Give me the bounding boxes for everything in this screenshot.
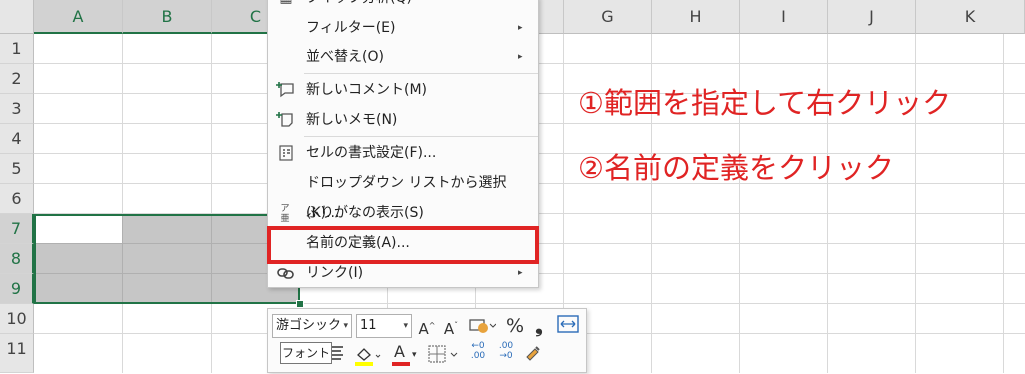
menu-item-new-comment[interactable]: 新しいコメント(M) — [268, 75, 538, 105]
column-header-g[interactable]: G — [564, 0, 652, 34]
link-icon — [276, 263, 296, 283]
borders-icon — [428, 345, 458, 363]
font-color-button[interactable]: A ▾ — [390, 342, 420, 367]
submenu-arrow-icon: ▸ — [518, 52, 523, 62]
chevron-down-icon: ▾ — [343, 321, 348, 331]
wrap-text-icon — [557, 315, 579, 333]
column-header-j[interactable]: J — [828, 0, 916, 34]
selection-border — [34, 214, 300, 304]
new-comment-icon — [276, 80, 296, 100]
chevron-down-icon: ▾ — [412, 350, 417, 360]
shrink-font-button[interactable]: Aˇ — [440, 314, 462, 338]
annotation-step-2: ②名前の定義をクリック — [578, 151, 894, 185]
percent-style-button[interactable]: % — [504, 314, 526, 338]
gridline — [122, 34, 123, 373]
submenu-arrow-icon: ▸ — [518, 23, 523, 33]
column-header-h[interactable]: H — [652, 0, 740, 34]
chevron-down-icon: ▾ — [403, 321, 408, 331]
format-painter-button[interactable] — [522, 343, 544, 367]
column-header-i[interactable]: I — [740, 0, 828, 34]
font-name-select[interactable]: 游ゴシック ▾ — [272, 314, 352, 338]
menu-item-quick-analysis[interactable]: ▦ クイック分析(Q) — [268, 0, 538, 13]
menu-item-new-note[interactable]: 新しいメモ(N) — [268, 105, 538, 135]
gridline — [1003, 34, 1004, 373]
menu-item-dropdown-list[interactable]: ドロップダウン リストから選択(K)... — [268, 168, 538, 221]
row-header-9[interactable]: 9 — [0, 274, 34, 304]
tooltip: フォント — [280, 342, 332, 364]
column-header-k[interactable]: K — [916, 0, 1025, 34]
row-header-8[interactable]: 8 — [0, 244, 34, 274]
row-header-4[interactable]: 4 — [0, 124, 34, 154]
gridline — [211, 34, 212, 373]
highlight-box — [267, 226, 539, 264]
row-header-5[interactable]: 5 — [0, 154, 34, 184]
decrease-decimal-button[interactable]: .00 →0 — [494, 341, 518, 365]
row-header-1[interactable]: 1 — [0, 34, 34, 64]
fill-color-icon — [355, 348, 381, 366]
wrap-text-button[interactable] — [556, 314, 580, 338]
menu-item-sort[interactable]: 並べ替え(O) ▸ — [268, 42, 538, 72]
menu-item-furigana[interactable]: ア亜 ふりがなの表示(S) — [268, 198, 538, 228]
row-header-2[interactable]: 2 — [0, 64, 34, 94]
row-header-3[interactable]: 3 — [0, 94, 34, 124]
menu-separator — [304, 73, 538, 74]
format-painter-icon — [526, 346, 540, 361]
fill-handle[interactable] — [296, 300, 304, 308]
row-header-7[interactable]: 7 — [0, 214, 34, 244]
row-header-6[interactable]: 6 — [0, 184, 34, 214]
format-cells-icon — [276, 143, 296, 163]
borders-button[interactable] — [426, 343, 460, 367]
row-header-11[interactable]: 11 — [0, 334, 34, 373]
new-note-icon — [276, 110, 296, 130]
quick-analysis-icon: ▦ — [276, 0, 296, 8]
menu-item-filter[interactable]: フィルター(E) ▸ — [268, 13, 538, 43]
accounting-format-icon — [469, 319, 497, 333]
column-header-b[interactable]: B — [123, 0, 212, 34]
grow-font-button[interactable]: A^ — [416, 314, 438, 338]
furigana-icon: ア亜 — [280, 204, 290, 224]
fill-color-button[interactable] — [352, 343, 382, 367]
row-header-10[interactable]: 10 — [0, 304, 34, 334]
increase-decimal-button[interactable]: ←0 .00 — [466, 341, 490, 365]
font-size-select[interactable]: 11 ▾ — [356, 314, 412, 338]
comma-style-button[interactable]: ❟ — [530, 314, 548, 338]
annotation-step-1: ①範囲を指定して右クリック — [578, 86, 952, 120]
select-all-corner[interactable] — [0, 0, 34, 34]
accounting-format-button[interactable] — [466, 314, 498, 338]
menu-separator — [304, 136, 538, 137]
font-color-swatch — [392, 362, 410, 366]
menu-item-format-cells[interactable]: セルの書式設定(F)... — [268, 138, 538, 168]
column-header-a[interactable]: A — [34, 0, 123, 34]
